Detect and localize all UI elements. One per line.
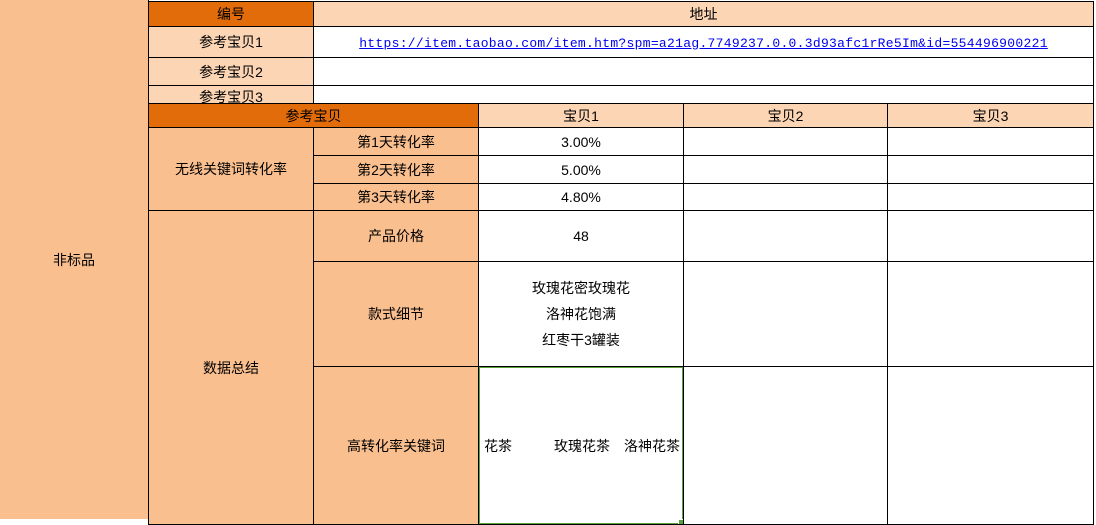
cell-ref-item-1[interactable]: 参考宝贝1 [149, 27, 314, 58]
cell-data-summary-group[interactable]: 数据总结 [149, 211, 314, 525]
cell-price-baobei2[interactable] [684, 211, 888, 262]
cell-style-details-baobei2[interactable] [684, 262, 888, 367]
cell-keywords-baobei3[interactable] [888, 367, 1094, 525]
cell-day2-baobei2[interactable] [684, 156, 888, 184]
cell-day2-baobei1[interactable]: 5.00% [479, 156, 684, 184]
cell-col-header-baobei2[interactable]: 宝贝2 [684, 104, 888, 128]
cell-style-details-baobei1[interactable]: 玫瑰花密玫瑰花 洛神花饱满 红枣干3罐装 [479, 262, 684, 367]
keywords-text: 花茶 玫瑰花茶 洛神花茶 [482, 438, 680, 454]
cell-day3-conversion-label[interactable]: 第3天转化率 [314, 184, 479, 211]
cell-high-conversion-keywords-label[interactable]: 高转化率关键词 [314, 367, 479, 525]
cell-keywords-baobei1-selected[interactable]: 花茶 玫瑰花茶 洛神花茶 [479, 367, 684, 525]
cell-price-baobei3[interactable] [888, 211, 1094, 262]
cell-day1-conversion-label[interactable]: 第1天转化率 [314, 128, 479, 156]
cell-day1-baobei1[interactable]: 3.00% [479, 128, 684, 156]
cell-col-header-baobei3[interactable]: 宝贝3 [888, 104, 1094, 128]
cell-day2-baobei3[interactable] [888, 156, 1094, 184]
reference-data-table: 参考宝贝 宝贝1 宝贝2 宝贝3 无线关键词转化率 第1天转化率 3.00% 第… [148, 103, 1094, 525]
taobao-item-link[interactable]: https://item.taobao.com/item.htm?spm=a21… [359, 36, 1048, 51]
cell-day3-baobei1[interactable]: 4.80% [479, 184, 684, 211]
category-label: 非标品 [53, 250, 95, 270]
cell-product-price-label[interactable]: 产品价格 [314, 211, 479, 262]
cell-url-1[interactable]: https://item.taobao.com/item.htm?spm=a21… [314, 27, 1094, 58]
cell-col-header-baobei1[interactable]: 宝贝1 [479, 104, 684, 128]
cell-day2-conversion-label[interactable]: 第2天转化率 [314, 156, 479, 184]
cell-day1-baobei3[interactable] [888, 128, 1094, 156]
cell-keywords-baobei2[interactable] [684, 367, 888, 525]
category-cell[interactable]: 非标品 [0, 0, 149, 519]
cell-id-header[interactable]: 编号 [149, 2, 314, 27]
cell-address-header[interactable]: 地址 [314, 2, 1094, 27]
cell-url-2[interactable] [314, 58, 1094, 86]
spreadsheet: 非标品 编号 地址 参考宝贝1 https://item.taobao.com/… [0, 0, 1096, 519]
reference-url-table: 编号 地址 参考宝贝1 https://item.taobao.com/item… [148, 1, 1094, 108]
cell-day3-baobei2[interactable] [684, 184, 888, 211]
cell-ref-group-header[interactable]: 参考宝贝 [149, 104, 479, 128]
cell-price-baobei1[interactable]: 48 [479, 211, 684, 262]
cell-ref-item-2[interactable]: 参考宝贝2 [149, 58, 314, 86]
cell-day3-baobei3[interactable] [888, 184, 1094, 211]
cell-style-details-label[interactable]: 款式细节 [314, 262, 479, 367]
cell-style-details-baobei3[interactable] [888, 262, 1094, 367]
cell-wireless-conversion-group[interactable]: 无线关键词转化率 [149, 128, 314, 211]
cell-day1-baobei2[interactable] [684, 128, 888, 156]
selection-fill-handle[interactable] [678, 519, 684, 525]
